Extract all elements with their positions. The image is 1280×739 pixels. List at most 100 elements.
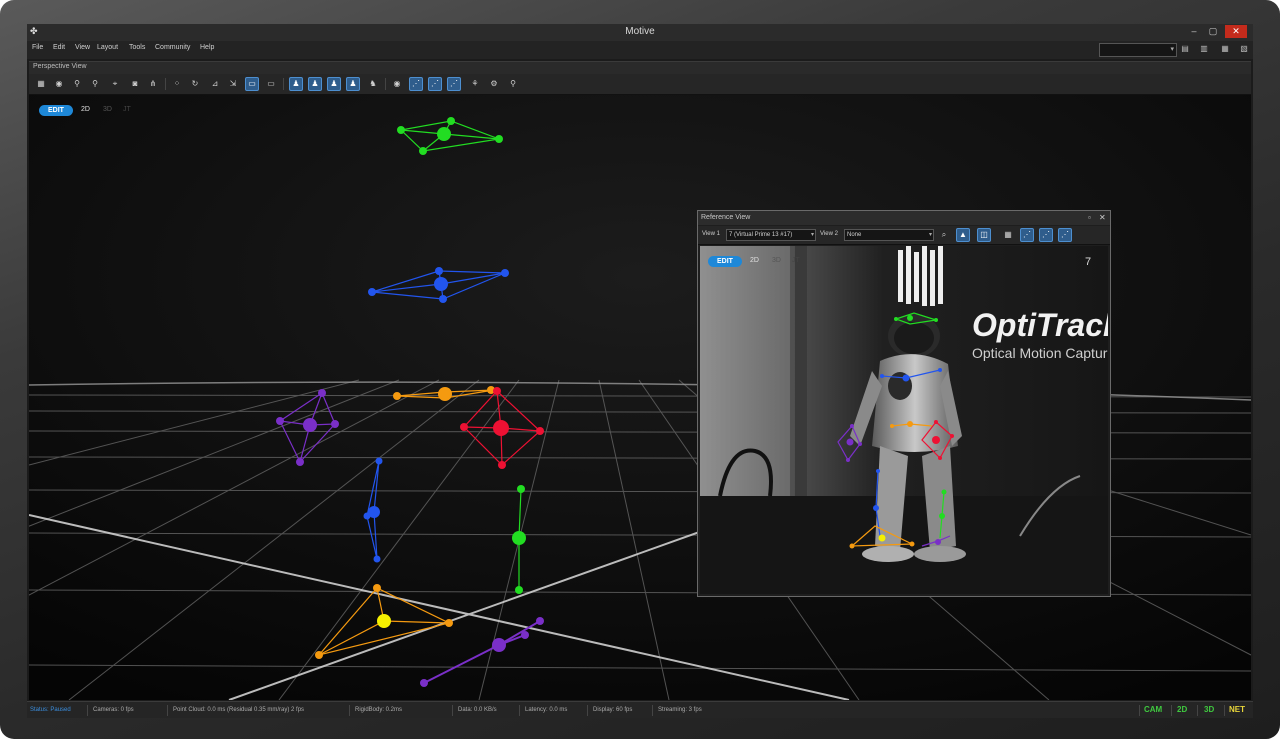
view2-select-value: None bbox=[847, 232, 862, 238]
view1-label: View 1 bbox=[702, 231, 720, 237]
minimize-button[interactable]: ‒ bbox=[1185, 25, 1203, 38]
monitor-bezel: ✤ Motive ‒ ▢ ✕ File Edit View Layout Too… bbox=[0, 0, 1280, 739]
status-divider bbox=[167, 705, 168, 716]
eye-icon[interactable]: ◉ bbox=[391, 78, 403, 90]
mode-3d-button[interactable]: 3D bbox=[103, 106, 112, 113]
reference-toolbar: View 1 7 (Virtual Prime 13 #17) ▾ View 2 … bbox=[698, 226, 1110, 245]
markers-icon[interactable]: ⁘ bbox=[171, 78, 183, 90]
layout-c-icon[interactable]: ▦ bbox=[1220, 44, 1230, 54]
layout-single-icon[interactable]: ▲ bbox=[956, 228, 970, 242]
camera-rig-icon[interactable]: ◉ bbox=[53, 78, 65, 90]
snapshot-icon[interactable]: ◙ bbox=[129, 78, 141, 90]
perspective-viewport[interactable]: EDIT 2D 3D JT Reference View ▫ ✕ View 1 … bbox=[29, 95, 1251, 700]
camera-reference-image[interactable]: OptiTrack Optical Motion Capture EDIT 2D… bbox=[700, 246, 1108, 594]
cam-badge[interactable]: CAM bbox=[1144, 705, 1162, 714]
float-icon[interactable]: ▫ bbox=[1088, 213, 1091, 222]
streaming-fps: Streaming: 3 fps bbox=[658, 707, 702, 713]
optitrack-subtitle: Optical Motion Capture bbox=[972, 345, 1108, 361]
view-a-icon[interactable]: ▭ bbox=[245, 77, 259, 91]
select-icon[interactable]: ⇲ bbox=[227, 78, 239, 90]
ref-mode-jt-button[interactable]: JT bbox=[792, 257, 800, 264]
layout-a-icon[interactable]: ▤ bbox=[1180, 44, 1190, 54]
close-button[interactable]: ✕ bbox=[1225, 25, 1247, 38]
edit-mode-button[interactable]: EDIT bbox=[39, 105, 73, 116]
3d-badge[interactable]: 3D bbox=[1204, 705, 1214, 714]
status-divider bbox=[87, 705, 88, 716]
menu-bar: File Edit View Layout Tools Community He… bbox=[27, 41, 1253, 59]
menu-edit[interactable]: Edit bbox=[53, 44, 65, 51]
status-divider bbox=[587, 705, 588, 716]
zoom-out-icon[interactable]: ⚲ bbox=[89, 78, 101, 90]
display-fps: Display: 60 fps bbox=[593, 707, 633, 713]
view-d-icon[interactable]: ♟ bbox=[308, 77, 322, 91]
title-bar: ✤ Motive ‒ ▢ ✕ bbox=[27, 24, 1253, 41]
reference-view-window[interactable]: Reference View ▫ ✕ View 1 7 (Virtual Pri… bbox=[697, 210, 1111, 597]
view-c-icon[interactable]: ♟ bbox=[289, 77, 303, 91]
graph-icon[interactable]: ⋔ bbox=[147, 78, 159, 90]
filter-b-icon[interactable]: ⋰ bbox=[428, 77, 442, 91]
status-text: Status: Paused bbox=[30, 707, 71, 713]
filter-c-icon[interactable]: ⋰ bbox=[447, 77, 461, 91]
app-window: ✤ Motive ‒ ▢ ✕ File Edit View Layout Too… bbox=[27, 24, 1253, 718]
zoom-fit-icon[interactable]: ⌕ bbox=[938, 229, 950, 241]
layout-select[interactable]: ▾ bbox=[1099, 43, 1177, 57]
reference-view-title: Reference View bbox=[701, 214, 751, 221]
2d-badge[interactable]: 2D bbox=[1177, 705, 1187, 714]
status-bar: Status: Paused Cameras: 0 fps Point Clou… bbox=[27, 701, 1253, 718]
toolbar-divider bbox=[385, 78, 386, 90]
data-rate: Data: 0.0 KB/s bbox=[458, 707, 497, 713]
skeleton-icon[interactable]: ⚘ bbox=[469, 78, 481, 90]
fit-icon[interactable]: ⌖ bbox=[109, 78, 121, 90]
window-title: Motive bbox=[625, 26, 655, 37]
pin-icon[interactable]: ⚲ bbox=[507, 78, 519, 90]
grid-icon[interactable]: ▦ bbox=[35, 78, 47, 90]
menu-view[interactable]: View bbox=[75, 44, 90, 51]
settings-icon[interactable]: ⚙ bbox=[488, 78, 500, 90]
filter-b-icon[interactable]: ⋰ bbox=[1039, 228, 1053, 242]
rigidbody-stats: RigidBody: 0.2ms bbox=[355, 707, 403, 713]
rotate-icon[interactable]: ↻ bbox=[189, 78, 201, 90]
net-badge[interactable]: NET bbox=[1229, 705, 1245, 714]
menu-help[interactable]: Help bbox=[200, 44, 214, 51]
view-f-icon[interactable]: ♟ bbox=[346, 77, 360, 91]
ref-edit-mode-button[interactable]: EDIT bbox=[708, 256, 742, 267]
layout-d-icon[interactable]: ▧ bbox=[1239, 44, 1249, 54]
view2-select[interactable]: None ▾ bbox=[844, 229, 934, 241]
status-divider bbox=[452, 705, 453, 716]
layout-split-icon[interactable]: ◫ bbox=[977, 228, 991, 242]
layout-b-icon[interactable]: ▥ bbox=[1199, 44, 1209, 54]
close-icon[interactable]: ✕ bbox=[1099, 213, 1106, 222]
grid-toggle-icon[interactable]: ▦ bbox=[1002, 229, 1014, 241]
status-divider bbox=[519, 705, 520, 716]
view2-label: View 2 bbox=[820, 231, 838, 237]
ref-mode-3d-button[interactable]: 3D bbox=[772, 257, 781, 264]
menu-tools[interactable]: Tools bbox=[129, 44, 145, 51]
filter-c-icon[interactable]: ⋰ bbox=[1058, 228, 1072, 242]
status-value: Paused bbox=[50, 707, 71, 713]
zoom-icon[interactable]: ⚲ bbox=[71, 78, 83, 90]
status-divider bbox=[1197, 705, 1198, 716]
camera-number: 7 bbox=[1085, 256, 1092, 268]
status-divider bbox=[349, 705, 350, 716]
status-divider bbox=[1171, 705, 1172, 716]
ref-mode-2d-button[interactable]: 2D bbox=[750, 257, 759, 264]
status-label: Status: bbox=[30, 707, 49, 713]
chevron-down-icon: ▾ bbox=[1170, 46, 1174, 53]
menu-file[interactable]: File bbox=[32, 44, 43, 51]
filter-a-icon[interactable]: ⋰ bbox=[1020, 228, 1034, 242]
latency: Latency: 0.0 ms bbox=[525, 707, 568, 713]
maximize-button[interactable]: ▢ bbox=[1204, 25, 1222, 38]
reference-view-header: Reference View ▫ ✕ bbox=[698, 211, 1110, 225]
view-e-icon[interactable]: ♟ bbox=[327, 77, 341, 91]
view-b-icon[interactable]: ▭ bbox=[265, 78, 277, 90]
mode-jt-button[interactable]: JT bbox=[123, 106, 131, 113]
measure-icon[interactable]: ⊿ bbox=[209, 78, 221, 90]
view-g-icon[interactable]: ♞ bbox=[367, 78, 379, 90]
mode-2d-button[interactable]: 2D bbox=[81, 106, 90, 113]
menu-layout[interactable]: Layout bbox=[97, 44, 118, 51]
view1-select[interactable]: 7 (Virtual Prime 13 #17) ▾ bbox=[726, 229, 816, 241]
perspective-view-header: Perspective View bbox=[29, 61, 1251, 74]
camera-scene: OptiTrack Optical Motion Capture bbox=[700, 246, 1108, 594]
menu-community[interactable]: Community bbox=[155, 44, 190, 51]
filter-a-icon[interactable]: ⋰ bbox=[409, 77, 423, 91]
